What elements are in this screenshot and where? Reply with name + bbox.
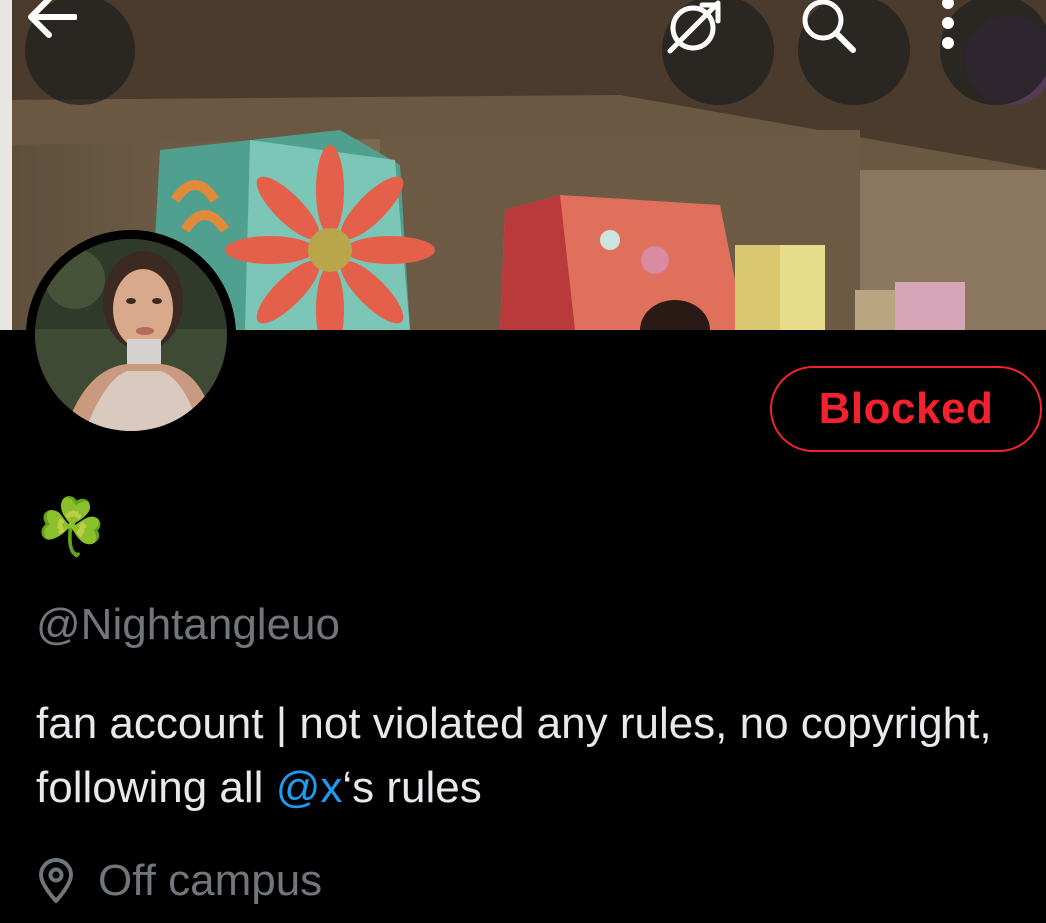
location-text: Off campus	[98, 856, 323, 905]
profile-bio: fan account | not violated any rules, no…	[36, 692, 1036, 820]
arrow-left-icon	[28, 0, 77, 38]
location-pin-icon	[39, 858, 73, 903]
bio-mention-link[interactable]: @x	[276, 763, 343, 812]
more-options-button[interactable]	[940, 0, 1046, 105]
search-icon	[802, 0, 856, 53]
back-button[interactable]	[25, 0, 135, 105]
avatar-image	[35, 239, 227, 431]
translate-button[interactable]	[662, 0, 774, 105]
blocked-button[interactable]: Blocked	[770, 366, 1042, 452]
bio-text: fan account | not violated any rules, no…	[36, 699, 992, 812]
profile-location: Off campus	[36, 856, 322, 906]
translate-slash-icon	[667, 0, 721, 54]
search-button[interactable]	[798, 0, 910, 105]
bio-text-suffix: ‘s rules	[342, 763, 482, 812]
profile-avatar[interactable]	[26, 230, 236, 440]
display-name: ☘️	[36, 495, 106, 558]
user-handle: @Nightangleuo	[36, 600, 340, 649]
more-vertical-icon	[942, 0, 954, 49]
